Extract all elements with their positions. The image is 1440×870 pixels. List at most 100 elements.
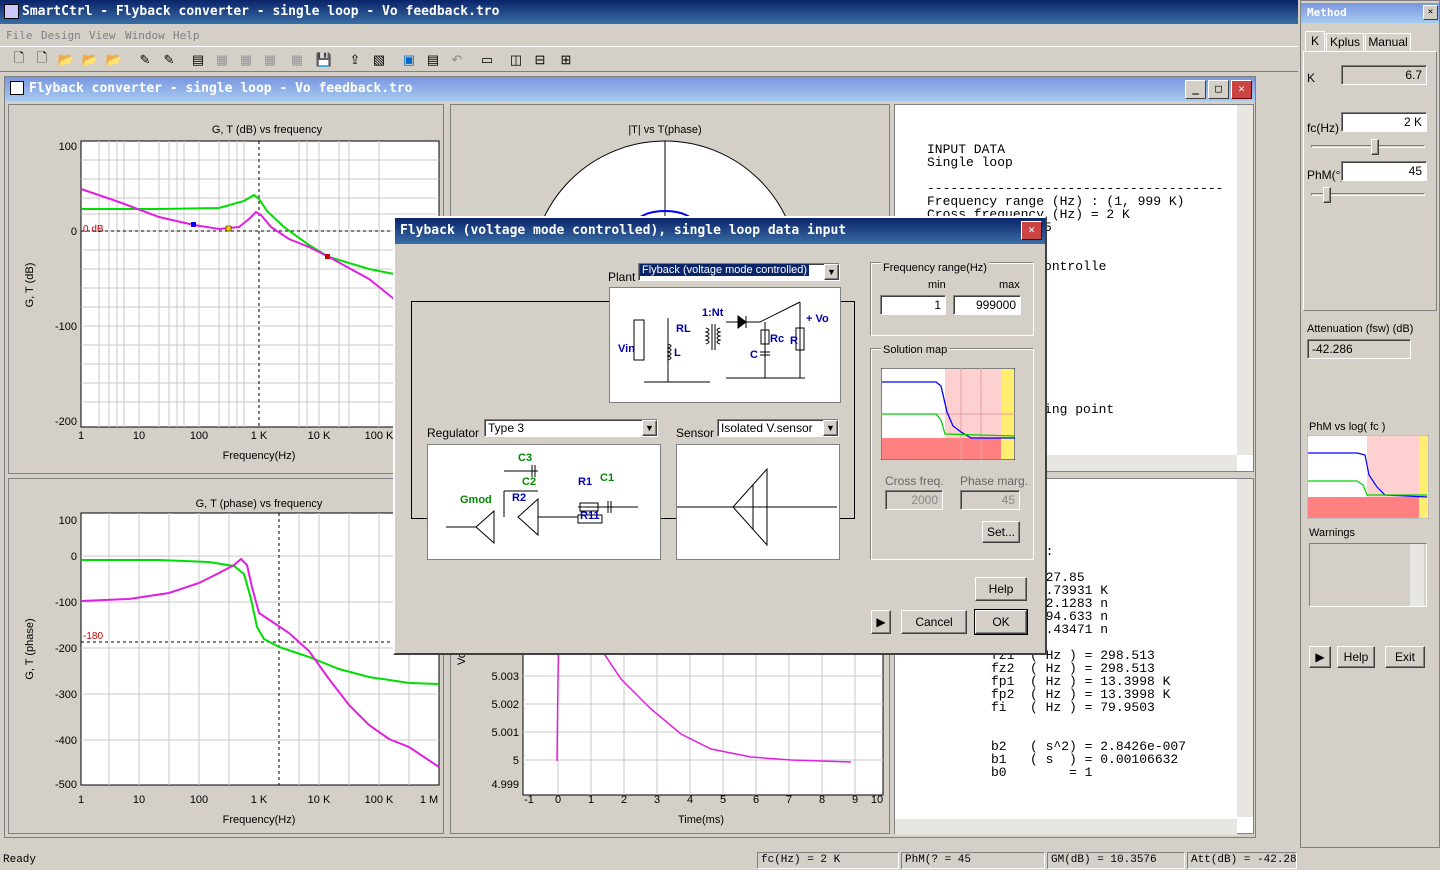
r2-label: R2 — [512, 492, 526, 504]
dialog-play-button[interactable]: ▶ — [871, 610, 891, 634]
time-ytick: 5.002 — [491, 699, 519, 711]
vo-label: + Vo — [806, 313, 829, 325]
cross-freq-label: Cross freq. — [885, 474, 944, 488]
phm-slider-thumb[interactable] — [1323, 187, 1331, 203]
method-exit-button[interactable]: Exit — [1385, 646, 1425, 668]
chart-icon[interactable]: ▣ — [398, 49, 420, 71]
method-play-button[interactable]: ▶ — [1309, 646, 1331, 668]
chevron-down-icon[interactable]: ▼ — [823, 420, 838, 436]
vertical-scrollbar[interactable] — [1237, 105, 1253, 455]
solution-map-plot[interactable] — [881, 368, 1015, 460]
method-panel: Method ✕ K Kplus Manual K 6.7 fc(Hz) 2 K… — [1300, 0, 1440, 848]
method-help-button[interactable]: Help — [1337, 646, 1375, 668]
clipboard-icon[interactable]: ▤ — [187, 49, 209, 71]
app-icon — [4, 4, 19, 19]
status-bar: Ready fc(Hz) = 2 K PhM(? = 45 GM(dB) = 1… — [0, 850, 1440, 870]
status-gm: GM(dB) = 10.3576 — [1047, 852, 1185, 869]
time-xtick: 2 — [621, 794, 627, 806]
fc-input[interactable]: 2 K — [1341, 112, 1427, 132]
export-icon[interactable]: ⇪ — [344, 49, 366, 71]
open-folder2-icon[interactable]: 📂 — [79, 49, 101, 71]
time-ytick: 5 — [513, 755, 519, 767]
close-child-button[interactable]: ✕ — [1231, 80, 1252, 99]
phm-input[interactable]: 45 — [1341, 161, 1427, 181]
tool-disabled4-icon[interactable]: ▦ — [286, 49, 308, 71]
text-line: Single loop — [927, 155, 1013, 170]
time-ytick: 5.003 — [491, 671, 519, 683]
time-xtick: 6 — [753, 794, 759, 806]
gain-plot-panel: G, T (dB) vs frequency 0 dB 100 0 -100 -… — [8, 104, 444, 474]
fc-label: fc(Hz) — [1307, 121, 1339, 135]
horizontal-scrollbar[interactable] — [895, 819, 1237, 835]
window-icon[interactable]: ▭ — [476, 49, 498, 71]
time-xtick: 7 — [786, 794, 792, 806]
tab-k[interactable]: K — [1305, 31, 1325, 51]
warnings-scrollbar[interactable] — [1410, 544, 1424, 606]
maximize-button[interactable]: □ — [1208, 80, 1229, 99]
cancel-button[interactable]: Cancel — [901, 610, 967, 634]
phm-label: PhM(°) — [1307, 168, 1345, 182]
tool-disabled3-icon[interactable]: ▦ — [259, 49, 281, 71]
minimize-button[interactable]: _ — [1185, 80, 1206, 99]
menu-design[interactable]: Design — [41, 29, 81, 42]
phase-plot: G, T (phase) vs frequency -180 100 0 -10… — [24, 498, 440, 826]
method-close-button[interactable]: ✕ — [1423, 5, 1438, 20]
phase-plot-title: G, T (phase) vs frequency — [196, 498, 323, 510]
min-frequency-input[interactable]: 1 — [880, 295, 946, 315]
gain-xtick: 10 K — [308, 430, 331, 442]
time-xtick: 0 — [555, 794, 561, 806]
dialog-close-button[interactable]: ✕ — [1021, 221, 1042, 240]
fc-slider-track[interactable] — [1311, 145, 1425, 148]
status-fc: fc(Hz) = 2 K — [757, 852, 899, 869]
image-icon[interactable]: ▧ — [368, 49, 390, 71]
plant-select[interactable]: Flyback (voltage mode controlled) ▼ — [638, 263, 840, 281]
fc-slider-thumb[interactable] — [1371, 139, 1379, 155]
chevron-down-icon[interactable]: ▼ — [642, 420, 657, 436]
menu-view[interactable]: View — [89, 29, 116, 42]
new-file-icon[interactable]: 🗋 — [31, 49, 53, 71]
phase-180-marker: -180 — [83, 631, 103, 642]
ok-button[interactable]: OK — [974, 609, 1028, 635]
time-xtick: 8 — [819, 794, 825, 806]
new-document-icon[interactable]: 🗋 — [8, 49, 30, 71]
tool-disabled1-icon[interactable]: ▦ — [211, 49, 233, 71]
undo-icon[interactable]: ↶ — [446, 49, 468, 71]
attenuation-label: Attenuation (fsw) (dB) — [1307, 323, 1414, 335]
table-icon[interactable]: ▤ — [422, 49, 444, 71]
sensor-select[interactable]: Isolated V.sensor ▼ — [717, 419, 839, 437]
tile-vertical-icon[interactable]: ◫ — [505, 49, 527, 71]
open-folder-icon[interactable]: 📂 — [55, 49, 77, 71]
sensor-select-value: Isolated V.sensor — [721, 421, 813, 435]
edit2-icon[interactable]: ✎ — [158, 49, 180, 71]
tool-disabled2-icon[interactable]: ▦ — [235, 49, 257, 71]
set-button[interactable]: Set... — [982, 521, 1020, 543]
cross-freq-field: 2000 — [885, 490, 943, 510]
r1-label: R1 — [578, 476, 592, 488]
menu-file[interactable]: File — [6, 29, 33, 42]
tab-manual[interactable]: Manual — [1365, 33, 1411, 51]
vertical-scrollbar[interactable] — [1237, 479, 1253, 817]
gain-xtick: 100 K — [365, 430, 394, 442]
tile-grid-icon[interactable]: ⊞ — [555, 49, 577, 71]
save-icon[interactable]: 💾 — [313, 49, 335, 71]
edit-icon[interactable]: ✎ — [134, 49, 156, 71]
phase-xtick: 100 K — [365, 794, 394, 806]
chevron-down-icon[interactable]: ▼ — [824, 264, 839, 280]
menu-help[interactable]: Help — [173, 29, 200, 42]
text-line — [991, 714, 1186, 727]
plant-label: Plant — [608, 270, 636, 284]
open-folder3-icon[interactable]: 📂 — [103, 49, 125, 71]
regulator-label: Regulator — [427, 426, 480, 440]
ratio-label: 1:Nt — [702, 307, 724, 319]
min-label: min — [928, 279, 946, 291]
dialog-title: Flyback (voltage mode controlled), singl… — [400, 223, 847, 238]
time-xlabel: Time(ms) — [678, 814, 724, 826]
regulator-select[interactable]: Type 3 ▼ — [484, 419, 658, 437]
tab-kplus[interactable]: Kplus — [1326, 33, 1364, 51]
r11-label: R11 — [580, 510, 600, 522]
menu-window[interactable]: Window — [125, 29, 165, 42]
dialog-help-button[interactable]: Help — [975, 577, 1027, 601]
max-frequency-input[interactable]: 999000 — [953, 295, 1021, 315]
tile-horizontal-icon[interactable]: ⊟ — [529, 49, 551, 71]
c-label: C — [750, 349, 758, 361]
